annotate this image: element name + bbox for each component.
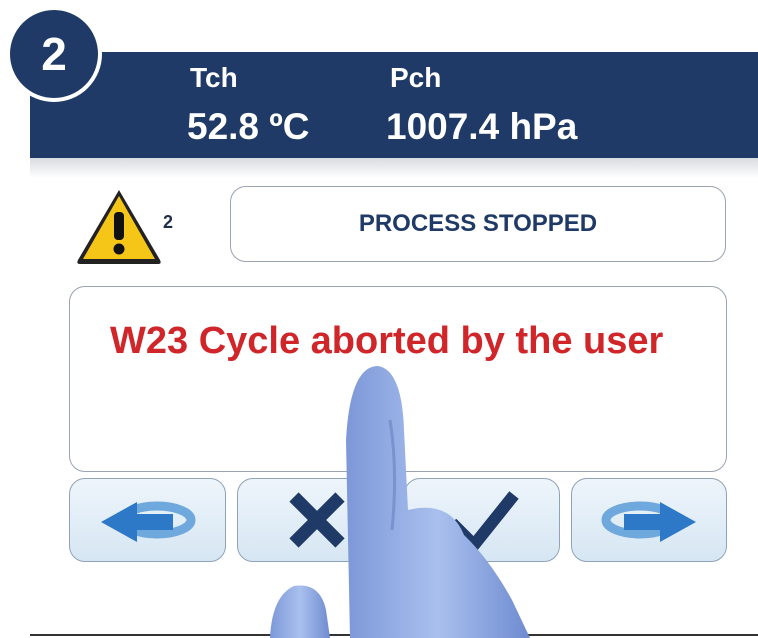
- back-button[interactable]: [69, 478, 226, 562]
- bottom-divider: [30, 634, 758, 636]
- back-arrow-icon: [100, 501, 195, 542]
- confirm-button[interactable]: [404, 478, 560, 562]
- step-number-badge: 2: [6, 6, 102, 102]
- header-shadow: [30, 158, 758, 178]
- forward-button[interactable]: [571, 478, 727, 562]
- pch-label: Pch: [390, 62, 442, 93]
- message-text: W23 Cycle aborted by the user: [110, 320, 664, 362]
- message-box: W23 Cycle aborted by the user: [69, 286, 727, 472]
- alarm-count: 2: [163, 212, 174, 232]
- cancel-button[interactable]: [237, 478, 397, 562]
- tch-label: Tch: [190, 62, 238, 93]
- cross-icon: [289, 492, 345, 548]
- process-status-box: PROCESS STOPPED: [230, 186, 726, 262]
- pch-value: 1007.4 hPa: [386, 106, 578, 147]
- warning-triangle-icon[interactable]: [74, 186, 164, 266]
- process-status-text: PROCESS STOPPED: [358, 210, 598, 237]
- forward-arrow-icon: [601, 501, 696, 542]
- tch-value: 52.8 ºC: [187, 106, 310, 147]
- check-icon: [447, 491, 519, 554]
